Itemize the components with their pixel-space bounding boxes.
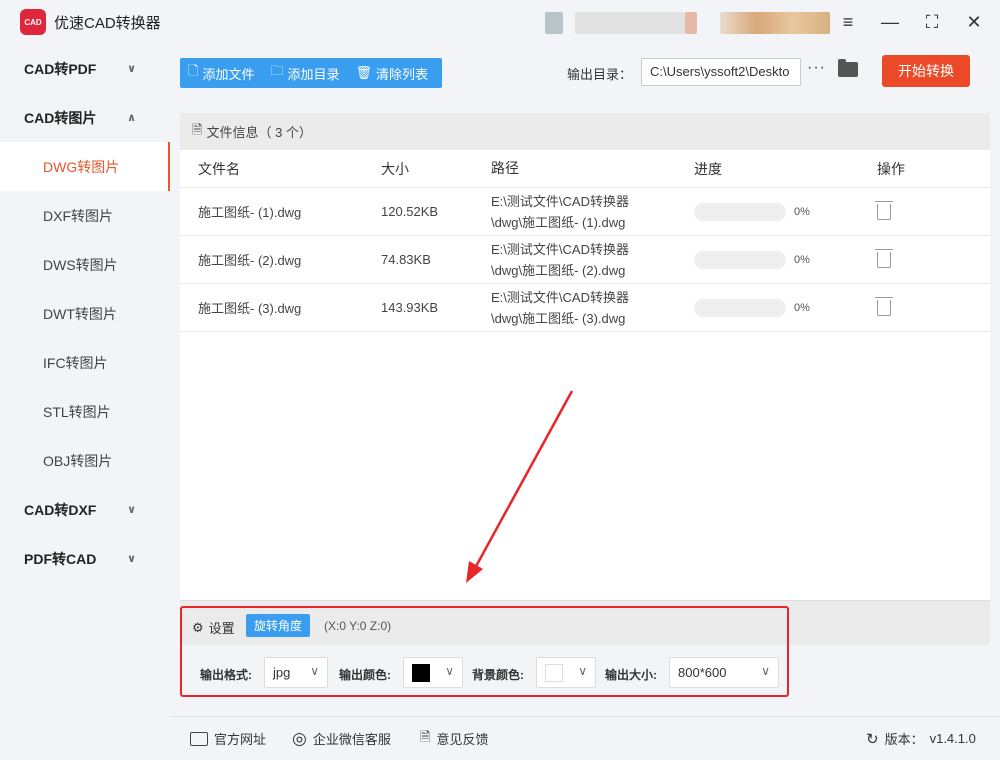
- file-size: 143.93KB: [381, 300, 439, 315]
- blurred-user-info: [545, 12, 563, 34]
- sidebar-item-dwg[interactable]: DWG转图片: [0, 142, 170, 191]
- feedback-icon: 🗎: [420, 728, 431, 744]
- chevron-down-icon: ∨: [127, 553, 136, 565]
- progress-text: 0%: [794, 205, 810, 218]
- sidebar-group-cad-to-pdf[interactable]: CAD转PDF ∨: [0, 44, 170, 93]
- progress-bar: [694, 298, 786, 317]
- clear-list-button[interactable]: 🗑 清除列表: [348, 64, 437, 83]
- blurred-user-info: [720, 12, 830, 34]
- folder-icon: 🗀: [270, 63, 284, 78]
- website-icon: [190, 731, 208, 746]
- version-info: ↻ 版本： v1.4.1.0: [866, 729, 976, 748]
- column-header-progress: 进度: [694, 160, 722, 177]
- delete-icon[interactable]: [875, 296, 893, 316]
- start-convert-button[interactable]: 开始转换: [882, 55, 970, 87]
- folder-icon[interactable]: [838, 59, 858, 77]
- output-dir-label: 输出目录：: [567, 67, 633, 82]
- more-icon[interactable]: ···: [807, 59, 826, 77]
- chevron-down-icon: ∨: [127, 63, 136, 75]
- file-list-panel: 🗎 文件信息（ 3 个） 文件名 大小 路径 进度 操作 施工图纸- (1).dw…: [180, 113, 990, 600]
- highlight-box: [180, 606, 789, 697]
- file-name: 施工图纸- (1).dwg: [198, 205, 302, 220]
- column-header-action: 操作: [877, 160, 905, 177]
- file-size: 74.83KB: [381, 252, 431, 267]
- sidebar-item-dwt[interactable]: DWT转图片: [0, 289, 170, 338]
- file-path: E:\测试文件\CAD转换器\dwg\施工图纸- (1).dwg: [491, 193, 629, 230]
- file-path: E:\测试文件\CAD转换器\dwg\施工图纸- (3).dwg: [491, 289, 629, 326]
- add-file-button[interactable]: 🗋 添加文件: [180, 62, 262, 84]
- sidebar-item-dxf[interactable]: DXF转图片: [0, 191, 170, 240]
- chevron-up-icon: ∧: [127, 112, 136, 124]
- sidebar-group-label: CAD转PDF: [24, 60, 97, 77]
- sidebar-group-pdf-to-cad[interactable]: PDF转CAD ∨: [0, 534, 170, 583]
- file-icon: 🗋: [188, 63, 199, 78]
- sidebar-item-dws[interactable]: DWS转图片: [0, 240, 170, 289]
- sidebar-group-label: CAD转DXF: [24, 501, 97, 518]
- title-bar: CAD 优速CAD转换器 ≡ — ⛶ ✕: [0, 0, 1000, 44]
- add-folder-button[interactable]: 🗀 添加目录: [262, 62, 347, 84]
- sidebar: CAD转PDF ∨ CAD转图片 ∧ DWG转图片 DXF转图片 DWS转图片 DW…: [0, 44, 170, 760]
- file-toolbar: 🗋 添加文件 🗀 添加目录 🗑 清除列表: [180, 58, 442, 88]
- add-folder-label: 添加目录: [287, 66, 340, 82]
- sidebar-group-cad-to-image[interactable]: CAD转图片 ∧: [0, 93, 170, 142]
- maximize-icon[interactable]: ⛶: [922, 12, 942, 33]
- progress-cell: 0%: [694, 202, 810, 221]
- column-header-path: 路径: [491, 160, 519, 176]
- version-label: 版本：: [884, 732, 924, 747]
- progress-bar: [694, 250, 786, 269]
- wechat-service-link[interactable]: ◎ 企业微信客服: [292, 729, 391, 749]
- sidebar-item-obj[interactable]: OBJ转图片: [0, 436, 170, 485]
- app-title: 优速CAD转换器: [54, 14, 161, 32]
- app-logo: CAD: [20, 9, 46, 35]
- progress-text: 0%: [794, 301, 810, 314]
- progress-cell: 0%: [694, 250, 810, 269]
- progress-text: 0%: [794, 253, 810, 266]
- website-label: 官方网址: [214, 732, 267, 747]
- output-dir-input[interactable]: C:\Users\yssoft2\Deskto: [641, 58, 801, 86]
- file-info-title: 文件信息（ 3 个）: [206, 125, 312, 140]
- close-icon[interactable]: ✕: [964, 12, 984, 33]
- chevron-down-icon: ∨: [127, 504, 136, 516]
- add-file-label: 添加文件: [202, 66, 255, 82]
- table-header: 文件名 大小 路径 进度 操作: [180, 150, 990, 188]
- sidebar-group-label: PDF转CAD: [24, 550, 97, 567]
- sidebar-item-ifc[interactable]: IFC转图片: [0, 338, 170, 387]
- minimize-icon[interactable]: —: [880, 12, 900, 33]
- wechat-icon: ◎: [292, 728, 307, 748]
- sidebar-group-label: CAD转图片: [24, 109, 97, 126]
- feedback-link[interactable]: 🗎 意见反馈: [420, 728, 488, 750]
- delete-icon[interactable]: [875, 248, 893, 268]
- file-size: 120.52KB: [381, 204, 439, 219]
- blurred-user-info: [575, 12, 685, 34]
- clear-list-label: 清除列表: [376, 66, 429, 82]
- document-icon: 🗎: [192, 121, 203, 137]
- column-header-name: 文件名: [198, 160, 240, 177]
- refresh-icon: ↻: [866, 730, 879, 748]
- progress-cell: 0%: [694, 298, 810, 317]
- table-row[interactable]: 施工图纸- (3).dwg 143.93KB E:\测试文件\CAD转换器\dw…: [180, 284, 990, 332]
- table-row[interactable]: 施工图纸- (1).dwg 120.52KB E:\测试文件\CAD转换器\dw…: [180, 188, 990, 236]
- sidebar-item-stl[interactable]: STL转图片: [0, 387, 170, 436]
- file-info-header: 🗎 文件信息（ 3 个）: [180, 113, 990, 150]
- feedback-label: 意见反馈: [436, 732, 489, 747]
- blurred-user-info: [685, 12, 697, 34]
- file-path: E:\测试文件\CAD转换器\dwg\施工图纸- (2).dwg: [491, 241, 629, 278]
- menu-icon[interactable]: ≡: [838, 12, 858, 33]
- trash-icon: 🗑: [355, 65, 373, 80]
- sidebar-group-cad-to-dxf[interactable]: CAD转DXF ∨: [0, 485, 170, 534]
- table-row[interactable]: 施工图纸- (2).dwg 74.83KB E:\测试文件\CAD转换器\dwg…: [180, 236, 990, 284]
- website-link[interactable]: 官方网址: [190, 729, 266, 748]
- progress-bar: [694, 202, 786, 221]
- footer: 官方网址 ◎ 企业微信客服 🗎 意见反馈 ↻ 版本： v1.4.1.0: [170, 716, 1000, 760]
- delete-icon[interactable]: [875, 200, 893, 220]
- column-header-size: 大小: [381, 160, 409, 177]
- file-name: 施工图纸- (3).dwg: [198, 301, 302, 316]
- wechat-label: 企业微信客服: [312, 732, 391, 747]
- version-value: v1.4.1.0: [929, 731, 976, 746]
- file-name: 施工图纸- (2).dwg: [198, 253, 302, 268]
